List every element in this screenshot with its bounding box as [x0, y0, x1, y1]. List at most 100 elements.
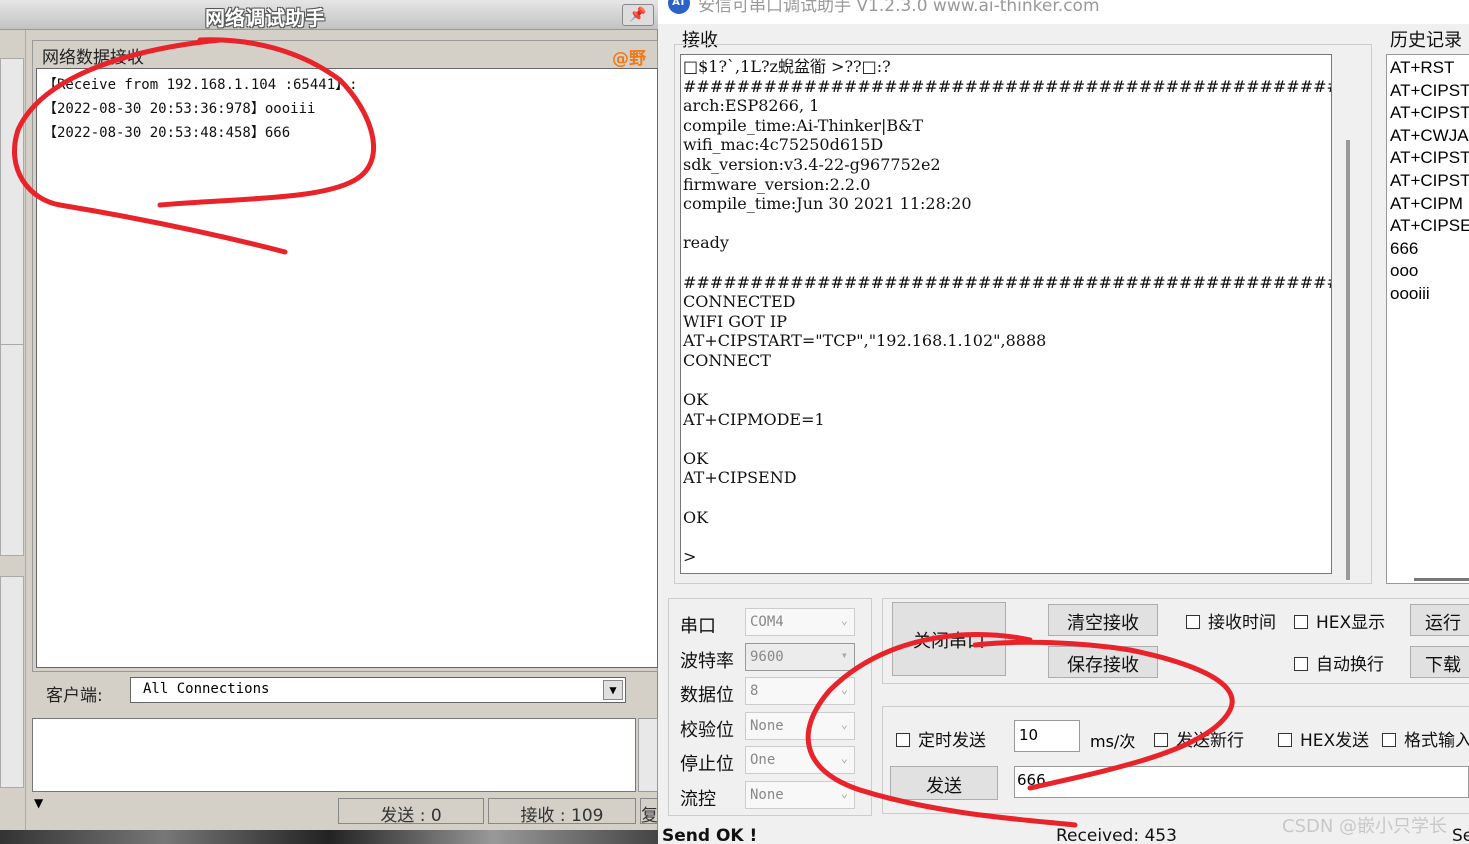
terminal-line: firmware_version:2.2.0 [683, 174, 871, 194]
recv-line: 【Receive from 192.168.1.104 :65441】: [43, 77, 358, 93]
chevron-down-icon[interactable]: ⌄ [841, 786, 848, 800]
checkbox-label: 自动换行 [1316, 655, 1384, 675]
brand-label: @野 [612, 49, 646, 69]
chevron-down-icon[interactable]: ⌄ [841, 717, 848, 731]
history-item[interactable]: ooo [1390, 260, 1469, 283]
setting-label: 停止位 [680, 754, 734, 775]
setting-combo[interactable]: COM4 ⌄ [745, 608, 855, 636]
setting-row: 停止位 One ⌄ [680, 746, 870, 776]
hex-display-checkbox[interactable]: HEX显示 [1294, 608, 1385, 633]
history-scrollbar[interactable] [1414, 578, 1469, 581]
clear-recv-button[interactable]: 清空接收 [1048, 604, 1158, 636]
recv-line: 【2022-08-30 20:53:48:458】666 [43, 125, 291, 141]
checkbox-box[interactable] [1294, 657, 1308, 671]
dropdown-arrow-icon[interactable]: ▼ [603, 680, 623, 700]
terminal-line: AT+CIPSEND [683, 468, 797, 488]
history-item[interactable]: AT+CIPST [1390, 80, 1469, 103]
setting-label: 波特率 [680, 650, 734, 672]
hex-send-checkbox[interactable]: HEX发送 [1278, 726, 1369, 751]
setting-value: 9600 [750, 648, 784, 665]
checkbox-box[interactable] [1154, 733, 1168, 747]
save-recv-button[interactable]: 保存接收 [1048, 646, 1158, 678]
history-item[interactable]: AT+CWJA [1390, 125, 1469, 148]
serial-recv-terminal[interactable]: □$1?`,1L?z蜺盆衜 >??□:? ####################… [680, 54, 1332, 574]
network-send-textarea[interactable] [32, 718, 636, 792]
setting-label: 数据位 [680, 685, 734, 706]
terminal-line: OK [683, 507, 709, 527]
checkbox-box[interactable] [1186, 615, 1200, 629]
client-label: 客户端: [46, 686, 103, 706]
send-count: 发送 : 0 [338, 798, 484, 826]
checkbox-box[interactable] [1278, 733, 1292, 747]
setting-row: 流控 None ⌄ [680, 780, 870, 811]
left-status-bar: ▼ 发送 : 0 接收 : 109 复 [0, 796, 658, 826]
chevron-down-icon[interactable]: ⌄ [841, 682, 848, 696]
status-far: Se [1452, 826, 1469, 844]
client-row: 客户端: All Connections ▼ [34, 677, 634, 709]
run-button[interactable]: 运行 [1410, 604, 1469, 636]
left-title-bar: 网络调试助手 📌 [0, 0, 658, 30]
setting-label: 流控 [680, 788, 716, 810]
sidebar-panel-middle [0, 344, 24, 556]
chevron-down-icon[interactable]: ⌄ [841, 613, 848, 627]
history-item[interactable]: AT+RST [1390, 57, 1469, 80]
close-port-button[interactable]: 关闭串口 [892, 602, 1006, 676]
setting-value: One [750, 752, 776, 768]
interval-input[interactable]: 10 [1014, 720, 1080, 752]
history-item[interactable]: 666 [1390, 238, 1469, 261]
history-item[interactable]: AT+CIPM [1390, 193, 1469, 216]
setting-row: 校验位 None ⌄ [680, 711, 870, 742]
chevron-down-icon[interactable]: ▾ [841, 648, 848, 662]
caret-down-icon: ▼ [34, 796, 44, 810]
send-input[interactable]: 666 [1014, 766, 1469, 798]
send-newline-checkbox[interactable]: 发送新行 [1154, 726, 1244, 751]
timed-send-checkbox[interactable]: 定时发送 [896, 726, 986, 751]
terminal-line: wifi_mac:4c75250d615D [683, 135, 884, 155]
setting-combo[interactable]: One ⌄ [745, 746, 855, 774]
terminal-line: sdk_version:v3.4-22-g967752e2 [683, 154, 941, 174]
terminal-line: compile_time:Jun 30 2021 11:28:20 [683, 194, 972, 214]
recv-line: 【2022-08-30 20:53:36:978】oooiii [43, 101, 316, 117]
setting-row: 数据位 8 ⌄ [680, 677, 870, 707]
checkbox-box[interactable] [896, 733, 910, 747]
setting-combo[interactable]: 8 ⌄ [745, 677, 855, 705]
setting-combo[interactable]: 9600 ▾ [745, 642, 855, 671]
format-input-checkbox[interactable]: 格式输入 [1382, 726, 1469, 751]
network-recv-textarea[interactable]: 【Receive from 192.168.1.104 :65441】: 【20… [36, 68, 658, 668]
checkbox-label: 接收时间 [1208, 613, 1276, 633]
setting-value: None [750, 717, 784, 734]
auto-newline-checkbox[interactable]: 自动换行 [1294, 650, 1384, 675]
terminal-line: AT+CIPSTART="TCP","192.168.1.102",8888 [683, 331, 1047, 351]
history-item[interactable]: AT+CIPST [1390, 147, 1469, 170]
history-item[interactable]: oooiii [1390, 283, 1469, 306]
sidebar-panel-upper [0, 58, 24, 358]
history-list[interactable]: AT+RST AT+CIPST AT+CIPST AT+CWJA AT+CIPST AT+… [1386, 54, 1469, 584]
history-item[interactable]: AT+CIPST [1390, 170, 1469, 193]
download-button[interactable]: 下载 [1410, 646, 1469, 678]
chevron-down-icon[interactable]: ⌄ [841, 751, 848, 765]
interval-unit: ms/次 [1090, 732, 1136, 751]
client-select-value: All Connections [143, 681, 270, 697]
checkbox-box[interactable] [1294, 615, 1308, 629]
setting-combo[interactable]: None ⌄ [745, 711, 855, 740]
setting-value: None [750, 786, 784, 803]
send-scrollbar[interactable] [638, 718, 658, 792]
recv-time-checkbox[interactable]: 接收时间 [1186, 608, 1276, 633]
history-item[interactable]: AT+CIPSE [1390, 215, 1469, 238]
setting-row: 波特率 9600 ▾ [680, 642, 870, 673]
pushpin-icon[interactable]: 📌 [622, 4, 654, 26]
checkbox-box[interactable] [1382, 733, 1396, 747]
history-item[interactable]: AT+CIPST [1390, 102, 1469, 125]
setting-combo[interactable]: None ⌄ [745, 780, 855, 809]
send-button[interactable]: 发送 [890, 766, 998, 800]
terminal-line: AT+CIPMODE=1 [683, 409, 825, 429]
network-assistant-window: 网络调试助手 📌 网络数据接收 @野 【Receive from 192.168… [0, 0, 658, 844]
checkbox-label: 发送新行 [1176, 731, 1244, 751]
client-select[interactable]: All Connections ▼ [130, 677, 626, 703]
checkbox-label: HEX发送 [1300, 731, 1370, 751]
terminal-line: WIFI GOT IP [683, 311, 788, 331]
terminal-scrollbar[interactable] [1346, 140, 1350, 580]
